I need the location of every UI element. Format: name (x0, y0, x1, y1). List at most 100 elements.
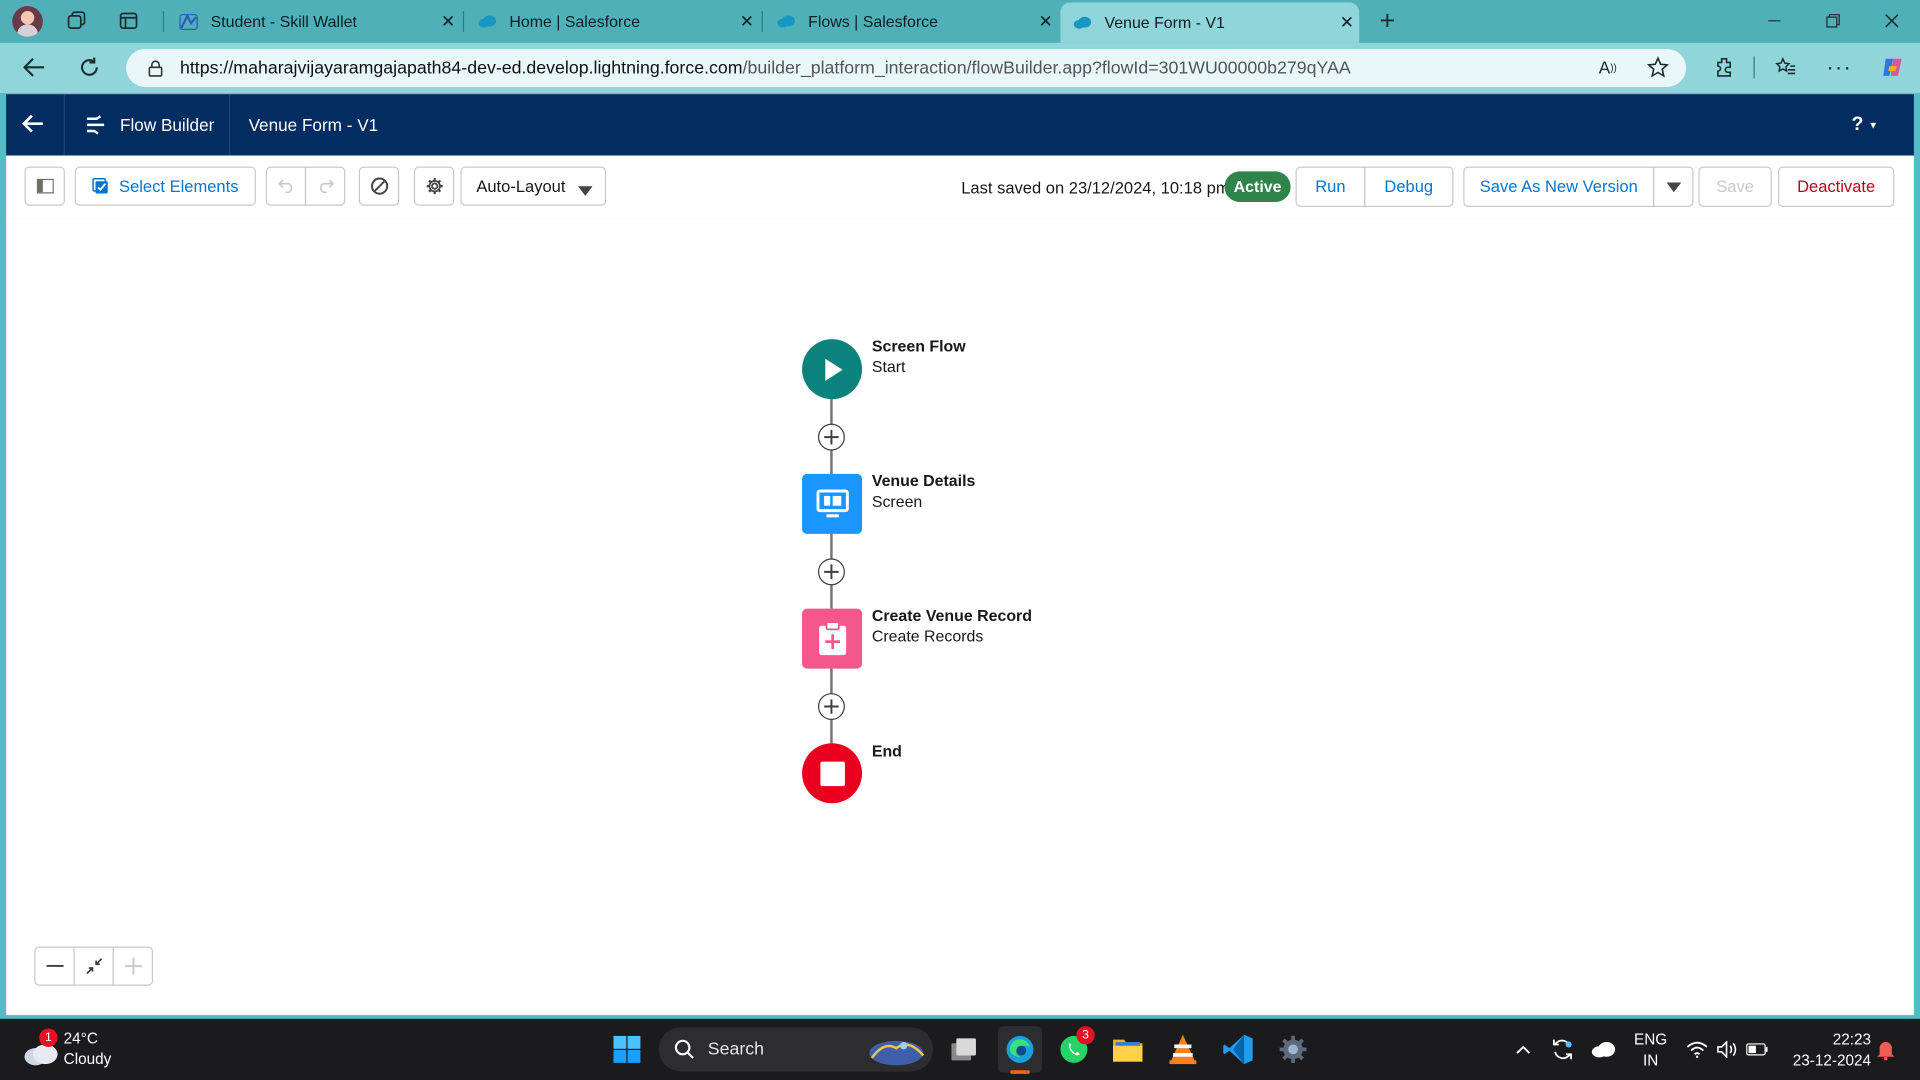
save-options-button[interactable] (1653, 166, 1694, 207)
profile-avatar[interactable] (12, 6, 43, 37)
clock-date: 23-12-2024 (1792, 1051, 1872, 1069)
weather-desc: Cloudy (63, 1050, 112, 1068)
add-element-button[interactable] (817, 558, 845, 586)
file-explorer-icon[interactable] (1108, 1030, 1147, 1069)
favorite-star-icon[interactable] (1640, 49, 1677, 86)
tab-separator (462, 11, 465, 32)
redo-button[interactable] (304, 166, 346, 206)
minimize-window-icon[interactable] (1756, 2, 1793, 39)
toggle-panel-button[interactable] (24, 166, 65, 206)
flow-settings-button[interactable] (413, 166, 455, 206)
node-subtitle: Start (871, 357, 906, 376)
error-check-button[interactable] (358, 166, 400, 206)
edge-browser-icon[interactable] (997, 1026, 1043, 1073)
vlc-icon[interactable] (1163, 1030, 1202, 1069)
skill-wallet-icon (179, 12, 199, 32)
tab-flows-salesforce[interactable]: Flows | Salesforce ✕ (764, 5, 1058, 38)
minus-icon (45, 964, 64, 967)
plus-icon (824, 699, 839, 714)
restore-window-icon[interactable] (1815, 2, 1852, 39)
favorites-icon[interactable] (1767, 49, 1804, 86)
tab-home-salesforce[interactable]: Home | Salesforce ✕ (465, 5, 759, 38)
tab-separator (761, 11, 763, 32)
vscode-icon[interactable] (1218, 1030, 1257, 1069)
tab-label: Venue Form - V1 (1104, 13, 1225, 32)
notifications-bell-icon[interactable] (1866, 1030, 1905, 1069)
battery-icon[interactable] (1738, 1030, 1777, 1069)
close-tab-icon[interactable]: ✕ (735, 11, 759, 32)
edge-active-indicator (1010, 1070, 1030, 1074)
back-icon[interactable] (16, 49, 53, 86)
node-subtitle: Create Records (871, 626, 984, 646)
redo-icon (319, 179, 334, 194)
refresh-icon[interactable] (71, 49, 108, 86)
end-node[interactable] (802, 743, 863, 804)
screen-node[interactable] (802, 473, 863, 534)
clock-time: 22:23 (1832, 1031, 1872, 1049)
lock-icon[interactable] (148, 59, 163, 77)
zoom-in-button[interactable] (112, 946, 154, 986)
fit-to-view-button[interactable] (73, 946, 114, 986)
language-bottom: IN (1642, 1051, 1659, 1069)
sync-icon[interactable] (1543, 1030, 1582, 1069)
layout-select[interactable]: Auto-Layout (460, 166, 607, 206)
plus-icon (124, 957, 142, 975)
onedrive-icon[interactable] (1583, 1030, 1622, 1069)
workspaces-icon[interactable] (59, 2, 96, 39)
node-title: Venue Details (871, 471, 976, 490)
copilot-icon[interactable] (1875, 49, 1912, 86)
salesforce-cloud-icon (776, 12, 796, 32)
new-tab-icon[interactable]: + (1369, 2, 1406, 39)
last-saved-text: Last saved on 23/12/2024, 10:18 pm (961, 178, 1230, 198)
close-window-icon[interactable] (1873, 2, 1910, 39)
add-element-button[interactable] (817, 423, 845, 451)
add-element-button[interactable] (817, 693, 845, 721)
status-badge: Active (1224, 171, 1291, 203)
zoom-out-button[interactable] (34, 946, 75, 986)
select-elements-button[interactable]: Select Elements (74, 166, 256, 206)
deactivate-button[interactable]: Deactivate (1777, 166, 1895, 207)
show-hidden-icons-icon[interactable] (1504, 1030, 1543, 1069)
salesforce-cloud-icon (478, 12, 498, 32)
plus-icon (824, 564, 839, 580)
save-button[interactable]: Save (1698, 166, 1772, 207)
weather-widget[interactable]: 1 24°C Cloudy (22, 1028, 157, 1073)
save-as-new-version-button[interactable]: Save As New Version (1463, 166, 1655, 207)
chevron-down-icon: ▼ (1868, 119, 1879, 131)
extensions-icon[interactable] (1706, 49, 1743, 86)
close-tab-icon[interactable]: ✕ (436, 11, 460, 32)
settings-gear-icon[interactable] (1273, 1030, 1312, 1069)
gear-icon (426, 178, 443, 195)
salesforce-cloud-icon (1073, 13, 1093, 33)
whatsapp-icon[interactable]: 3 (1054, 1026, 1095, 1069)
caret-down-icon (577, 181, 593, 199)
url-bar[interactable]: https://maharajvijayaramgajapath84-dev-e… (126, 48, 1687, 87)
undo-button[interactable] (265, 166, 307, 206)
help-menu-button[interactable]: ? ▼ (1851, 113, 1888, 137)
system-clock[interactable]: 22:23 23-12-2024 (1778, 1030, 1876, 1072)
url-host: https://maharajvijayaramgajapath84-dev-e… (180, 58, 743, 78)
close-tab-icon[interactable]: ✕ (1335, 12, 1359, 33)
tab-actions-icon[interactable] (110, 2, 147, 39)
header-divider (63, 94, 65, 156)
language-indicator[interactable]: ENG IN (1629, 1030, 1673, 1072)
read-aloud-icon[interactable]: A)) (1589, 49, 1626, 86)
more-options-icon[interactable]: ··· (1821, 49, 1858, 86)
close-tab-icon[interactable]: ✕ (1033, 11, 1057, 32)
header-divider (228, 94, 231, 156)
tab-skill-wallet[interactable]: Student - Skill Wallet ✕ (167, 5, 461, 38)
stop-icon (819, 761, 845, 786)
task-view-icon[interactable] (944, 1030, 983, 1069)
weather-temp: 24°C (63, 1029, 98, 1047)
back-arrow-icon[interactable] (21, 114, 49, 136)
tab-venue-form[interactable]: Venue Form - V1 ✕ (1060, 2, 1360, 43)
taskbar-search-box[interactable]: Search (658, 1027, 934, 1072)
run-button[interactable]: Run (1295, 166, 1366, 207)
start-windows-icon[interactable] (607, 1030, 646, 1069)
start-node[interactable] (802, 339, 863, 400)
ban-icon (370, 177, 388, 195)
create-records-node[interactable] (802, 608, 863, 669)
screen-icon (815, 488, 849, 517)
debug-button[interactable]: Debug (1364, 166, 1454, 207)
tab-separator (162, 11, 165, 32)
